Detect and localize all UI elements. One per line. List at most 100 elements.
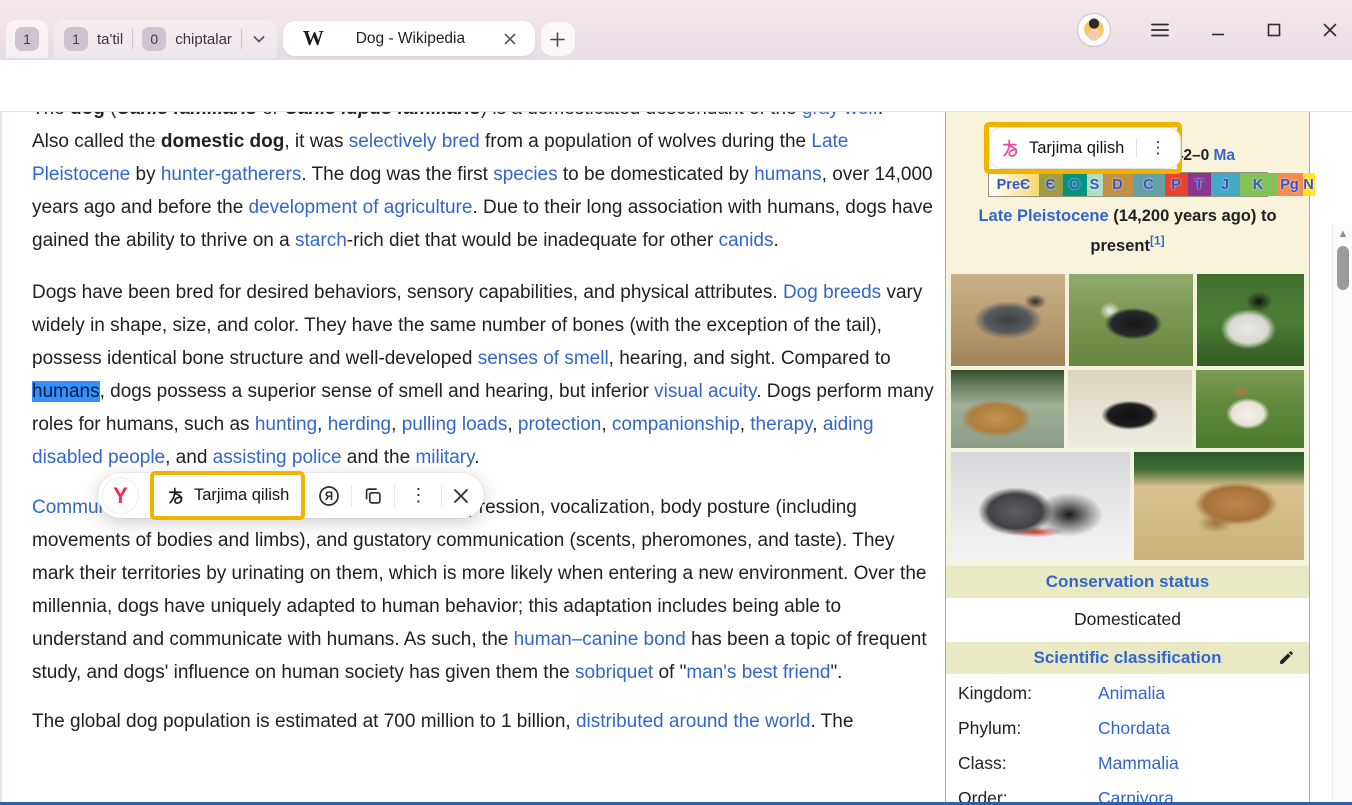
timescale-segment-Pg[interactable]: Pg [1277, 173, 1303, 196]
text-run: dog [70, 112, 105, 119]
pinned-tab[interactable]: 1 [6, 20, 48, 58]
inline-link[interactable]: military [415, 447, 474, 468]
maximize-icon[interactable] [1266, 22, 1282, 38]
translate-more-icon[interactable]: ⋮ [1145, 138, 1170, 158]
dog-photo-black-white-longhaired-dog-on-lawn[interactable] [1197, 274, 1304, 366]
article-body: The dog (Canis familiaris or Canis lupus… [32, 112, 934, 738]
photo-row [951, 370, 1304, 448]
timescale-segment-O[interactable]: O [1063, 173, 1087, 196]
inline-link[interactable]: sobriquet [575, 662, 653, 683]
wikipedia-favicon: W [303, 26, 324, 51]
timescale-segment-J[interactable]: J [1211, 173, 1240, 196]
inline-link[interactable]: protection [518, 414, 601, 435]
text-run: . The [810, 711, 853, 732]
photo-collage [946, 268, 1309, 566]
text-run: to be domesticated by [558, 164, 754, 185]
translate-button-label: Tarjima qilish [1029, 139, 1124, 158]
text-run: and the [342, 447, 416, 468]
article-paragraph: The dog (Canis familiaris or Canis lupus… [32, 112, 934, 125]
pinned-tab-badge: 1 [15, 27, 39, 51]
dog-photo-mottled-gray-herding-dog-running[interactable] [951, 274, 1065, 366]
inline-link[interactable]: starch [295, 230, 347, 251]
tab-close-icon[interactable] [497, 30, 523, 48]
text-run: , dogs possess a superior sense of smell… [100, 381, 654, 402]
vertical-scrollbar[interactable]: ▲ ▼ [1332, 224, 1352, 805]
timescale-segment-N[interactable]: N [1303, 173, 1315, 196]
tab-group-label-1[interactable]: ta'til [97, 31, 123, 48]
active-tab[interactable]: W Dog - Wikipedia [283, 21, 535, 56]
dog-photo-black-labrador-in-snowy-field[interactable] [1068, 370, 1192, 448]
inline-link[interactable]: pulling loads [402, 414, 508, 435]
tab-group-badge-1: 1 [64, 27, 88, 51]
inline-link[interactable]: development of agriculture [249, 197, 473, 218]
text-run: . [474, 447, 479, 468]
inline-link[interactable]: herding [328, 414, 391, 435]
taxonomy-value-link[interactable]: Animalia [1098, 683, 1165, 704]
timescale-segment-K[interactable]: K [1240, 173, 1277, 196]
profile-avatar[interactable] [1078, 14, 1110, 46]
timescale-segment-C[interactable]: C [1133, 173, 1165, 196]
scientific-classification-link[interactable]: Scientific classification [1033, 648, 1221, 667]
inline-link[interactable]: assisting police [213, 447, 342, 468]
tab-group-label-2[interactable]: chiptalar [175, 31, 232, 48]
tab-group-badge-2: 0 [142, 27, 166, 51]
edit-pencil-icon[interactable] [1278, 649, 1295, 666]
taxonomy-value-link[interactable]: Chordata [1098, 718, 1170, 739]
inline-link[interactable]: Late Pleistocene [978, 207, 1108, 225]
selection-more-icon[interactable]: ⋮ [405, 485, 431, 506]
copy-icon[interactable] [362, 485, 384, 507]
chevron-down-icon[interactable] [251, 31, 267, 47]
taxonomy-value-link[interactable]: Mammalia [1098, 753, 1179, 774]
timescale-segment-T[interactable]: T [1188, 173, 1211, 196]
inline-link[interactable]: Dog breeds [783, 282, 881, 303]
inline-link[interactable]: canids [719, 230, 774, 251]
inline-link[interactable]: gray wolf [802, 112, 878, 119]
taxonomy-rank: Order: [958, 788, 1098, 805]
inline-link[interactable]: [1] [1150, 234, 1165, 248]
translate-button[interactable]: Tarjima qilish ⋮ [989, 127, 1181, 169]
taxonomy-row: Order:Carnivora [946, 781, 1309, 805]
timescale-segment-P[interactable]: P [1165, 173, 1188, 196]
inline-link[interactable]: senses of smell [478, 348, 609, 369]
translate-highlight-box: Tarjima qilish ⋮ [984, 122, 1182, 174]
dog-photo-golden-retriever-wading-in-water[interactable] [951, 370, 1064, 448]
menu-icon[interactable] [1150, 22, 1170, 38]
selection-translate-label[interactable]: Tarjima qilish [194, 486, 289, 505]
yandex-search-selection-icon[interactable]: Я [317, 484, 341, 508]
inline-link[interactable]: humans [754, 164, 822, 185]
close-window-icon[interactable] [1322, 22, 1338, 38]
scroll-up-icon[interactable]: ▲ [1333, 228, 1352, 240]
conservation-status-link[interactable]: Conservation status [1046, 572, 1209, 591]
scrollbar-thumb[interactable] [1337, 246, 1349, 290]
dog-photo-tan-dog-nursing-puppies-on-sand[interactable] [1134, 452, 1304, 560]
inline-link[interactable]: man's best friend [686, 662, 830, 683]
minimize-icon[interactable] [1210, 22, 1226, 38]
ma-link[interactable]: Ma [1214, 147, 1236, 164]
article-paragraph: Communication in dogs includes eye gaze,… [32, 491, 934, 689]
new-tab-button[interactable] [541, 22, 575, 56]
timescale-segment-Є[interactable]: Є [1039, 173, 1063, 196]
inline-link[interactable]: species [493, 164, 557, 185]
text-run: ". [830, 662, 842, 683]
selection-close-icon[interactable] [452, 487, 470, 505]
yandex-logo-icon[interactable]: Y [103, 478, 138, 513]
inline-link[interactable]: companionship [612, 414, 740, 435]
timescale-segment-S[interactable]: S [1087, 173, 1103, 196]
timescale-segment-D[interactable]: D [1103, 173, 1133, 196]
inline-link[interactable]: distributed around the world [576, 711, 810, 732]
inline-link[interactable]: therapy [750, 414, 812, 435]
divider [241, 29, 242, 49]
inline-link[interactable]: human–canine bond [514, 629, 686, 650]
text-run: , [317, 414, 328, 435]
timescale-segment-PreЄ[interactable]: PreЄ [989, 173, 1039, 196]
inline-link[interactable]: hunter-gatherers [161, 164, 301, 185]
taxonomy-rank: Class: [958, 753, 1098, 774]
tab-group[interactable]: 1 ta'til 0 chiptalar [54, 20, 277, 58]
dog-photo-black-white-dog-standing-in-grass[interactable] [1069, 274, 1193, 366]
dog-photo-two-sled-dogs-in-snow[interactable] [951, 452, 1130, 560]
inline-link[interactable]: visual acuity [654, 381, 756, 402]
inline-link[interactable]: hunting [255, 414, 317, 435]
dog-photo-white-tan-terrier-on-grass[interactable] [1196, 370, 1304, 448]
inline-link[interactable]: selectively bred [349, 131, 480, 152]
taxonomy-value-link[interactable]: Carnivora [1098, 788, 1174, 805]
